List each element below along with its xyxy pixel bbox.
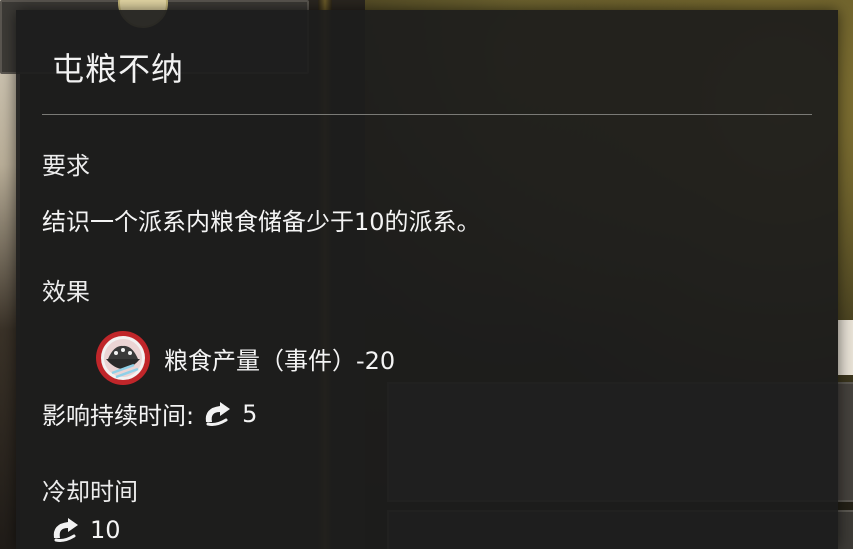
cooldown-value: 10 [90, 516, 121, 544]
turn-arrow-icon [205, 401, 231, 426]
requirement-text: 结识一个派系内粮食储备少于10的派系。 [42, 208, 481, 236]
duration-row: 影响持续时间: 5 [42, 396, 257, 431]
event-tooltip: 屯粮不纳 要求 结识一个派系内粮食储备少于10的派系。 效果 粮食产量（事件）-… [16, 10, 838, 549]
duration-label: 影响持续时间: [42, 402, 195, 430]
background-card [838, 320, 853, 375]
rice-bowl-icon [96, 331, 150, 385]
effect-item: 粮食产量（事件）-20 [94, 328, 395, 388]
effect-text: 粮食产量（事件）-20 [164, 346, 396, 375]
requirement-label: 要求 [42, 152, 90, 180]
cooldown-label: 冷却时间 [42, 478, 138, 506]
tooltip-title: 屯粮不纳 [52, 50, 185, 88]
cooldown-row: 10 [42, 516, 121, 544]
effect-label: 效果 [42, 278, 90, 306]
duration-value: 5 [242, 399, 258, 428]
title-divider [42, 114, 812, 115]
turn-arrow-icon [53, 518, 78, 542]
